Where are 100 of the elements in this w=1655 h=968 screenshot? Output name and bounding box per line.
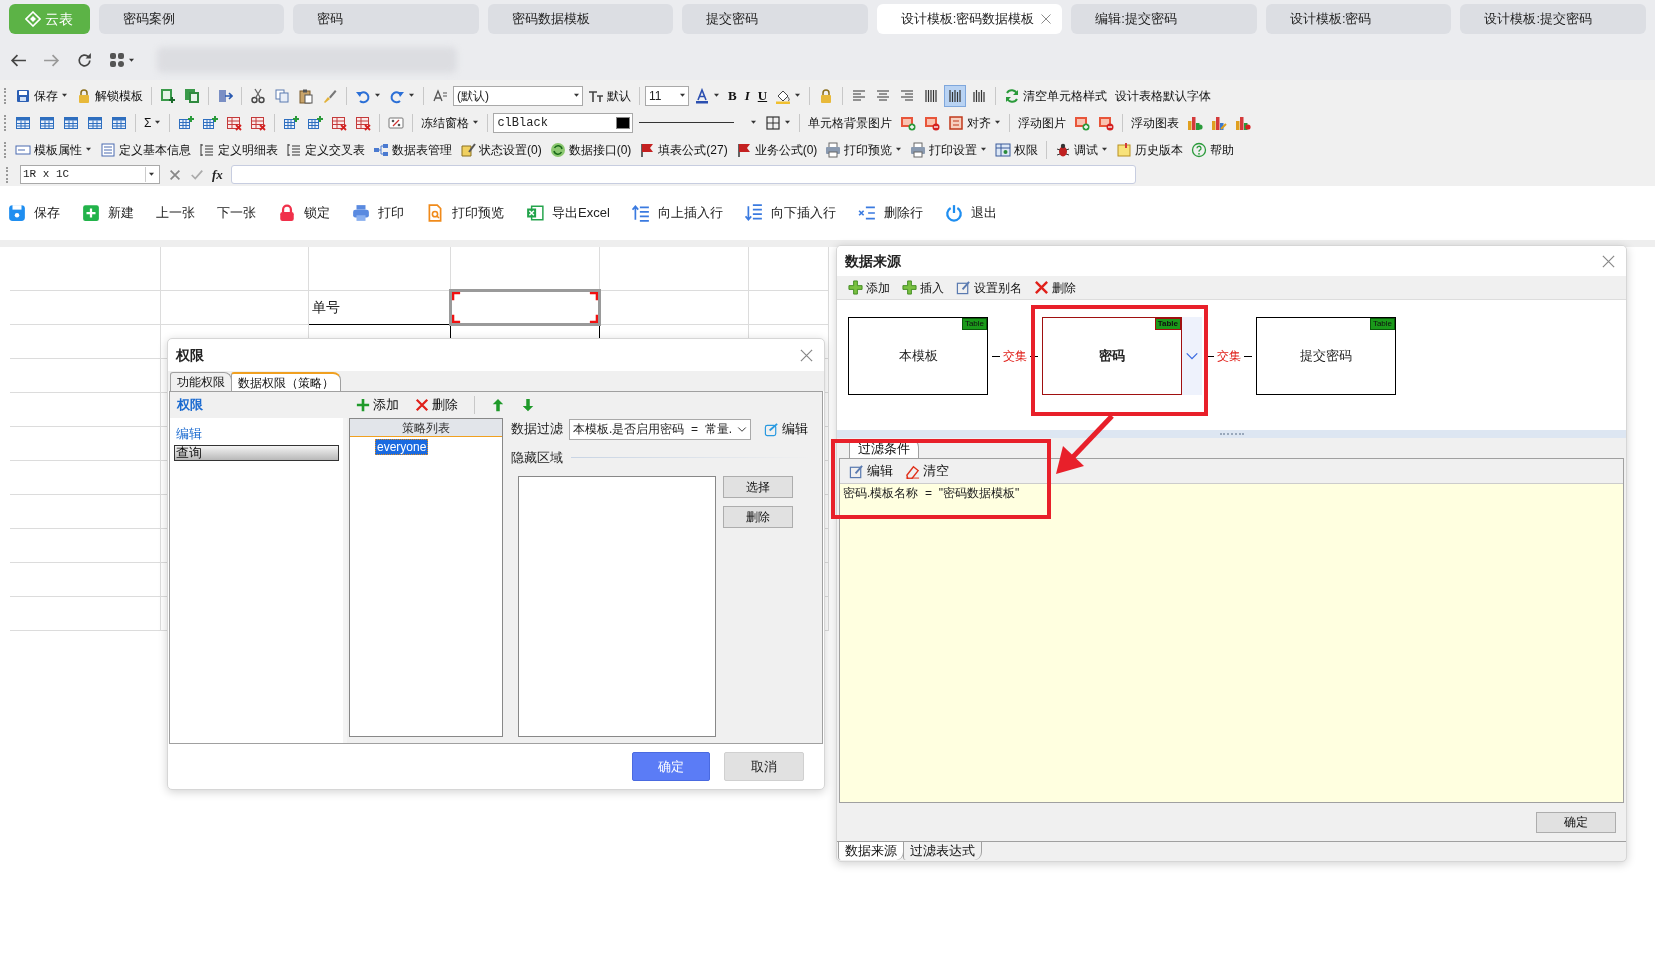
action-button[interactable]: 新建 <box>82 203 134 223</box>
toolbar-button[interactable]: 默认 <box>585 84 634 107</box>
permission-item[interactable]: 查询 <box>174 445 339 461</box>
splitter-handle[interactable] <box>1219 433 1244 435</box>
toolbar-button[interactable]: 清空 <box>902 460 952 482</box>
page-tab[interactable]: 设计模板:密码 <box>1265 4 1452 34</box>
page-tab[interactable]: 密码 <box>293 4 479 34</box>
action-button[interactable]: 删除行 <box>857 203 923 223</box>
cancel-button[interactable] <box>168 167 182 182</box>
toolbar-button[interactable]: 解锁模板 <box>73 84 146 107</box>
sheet-copy-icon <box>184 87 200 104</box>
page-tab[interactable]: 提交密码 <box>682 4 868 34</box>
toolbar-button[interactable]: 设置别名 <box>953 276 1025 299</box>
toolbar-button[interactable]: 编辑 <box>846 460 896 482</box>
cell-reference-field[interactable]: 1R x 1C <box>20 165 160 184</box>
toolbar-grip[interactable] <box>4 141 7 158</box>
action-button[interactable]: 打印预览 <box>426 203 504 223</box>
reload-button[interactable] <box>76 51 93 69</box>
action-button[interactable]: 保存 <box>8 203 60 223</box>
toolbar-button[interactable]: 插入 <box>899 276 947 299</box>
toolbar-button[interactable]: 删除 <box>412 394 461 416</box>
toolbar-button[interactable]: 历史版本 <box>1113 138 1187 161</box>
bottom-tab[interactable]: 数据来源 <box>838 842 904 860</box>
action-button[interactable]: 上一张 <box>156 203 195 223</box>
toolbar-button[interactable]: 添加 <box>353 394 402 416</box>
connector-line <box>1206 355 1214 357</box>
toolbar-button[interactable]: 设计表格默认字体 <box>1112 84 1215 107</box>
toolbar-button[interactable]: 删除 <box>1031 276 1079 299</box>
toolbar-button[interactable]: 对齐 <box>945 111 1005 134</box>
toolbar-button[interactable]: 帮助 <box>1188 138 1238 161</box>
format-button[interactable]: U <box>754 84 771 107</box>
close-button[interactable] <box>1601 253 1616 269</box>
table-node[interactable]: 密码 Table <box>1042 317 1182 395</box>
table-node[interactable]: 提交密码 Table <box>1256 317 1396 395</box>
dialog-tab[interactable]: 功能权限 <box>170 372 232 391</box>
toolbar-grip[interactable] <box>6 166 9 183</box>
toolbar-button[interactable]: 清空单元格样式 <box>1001 84 1111 107</box>
page-tab[interactable]: 设计模板:密码数据模板 <box>876 4 1063 34</box>
edit-link[interactable]: 编辑 <box>761 418 811 440</box>
color-dropdown[interactable]: clBlack <box>493 112 634 133</box>
toolbar-button[interactable]: 定义交叉表 <box>283 138 368 161</box>
action-button[interactable]: 打印 <box>352 203 404 223</box>
action-button[interactable]: 退出 <box>944 203 997 223</box>
toolbar-button[interactable]: 打印设置 <box>907 138 991 161</box>
ok-button[interactable]: 确定 <box>1536 811 1616 833</box>
format-button[interactable]: I <box>741 84 753 107</box>
toolbar-button[interactable]: 定义明细表 <box>196 138 281 161</box>
toolbar-button[interactable]: Σ <box>141 111 165 134</box>
toolbar-button[interactable]: 保存 <box>12 84 71 107</box>
page-tab[interactable]: 密码数据模板 <box>487 4 674 34</box>
table-node[interactable]: 本模板 Table <box>848 317 988 395</box>
formula-field[interactable] <box>230 165 1136 184</box>
dialog-tab[interactable]: 数据权限（策略） <box>231 372 341 391</box>
page-tab[interactable]: 设计模板:提交密码 <box>1460 4 1646 34</box>
dropdown-field[interactable]: (默认) <box>453 85 583 106</box>
toolbar-button[interactable]: 单元格背景图片 <box>805 111 896 134</box>
toolbar-grip[interactable] <box>4 114 7 131</box>
apps-grid-icon <box>109 52 125 68</box>
page-tab[interactable]: 编辑:提交密码 <box>1071 4 1257 34</box>
dropdown-field[interactable]: 11 <box>645 85 689 106</box>
action-button[interactable]: 向下插入行 <box>744 203 836 223</box>
power-icon <box>944 204 963 222</box>
toolbar-button[interactable]: 调试 <box>1052 138 1112 161</box>
toolbar-button[interactable]: 业务公式(0) <box>732 138 821 161</box>
side-button[interactable]: 删除 <box>723 505 793 528</box>
toolbar-button[interactable]: 数据接口(0) <box>546 138 635 161</box>
ok-button[interactable]: 确定 <box>632 752 710 781</box>
table-cell[interactable] <box>450 290 599 324</box>
toolbar-button[interactable]: 模板属性 <box>12 138 95 161</box>
toolbar-button[interactable]: 权限 <box>992 138 1042 161</box>
caret-icon <box>128 57 135 63</box>
edit-icon <box>849 463 864 479</box>
action-button[interactable]: 向上插入行 <box>631 203 723 223</box>
toolbar-button[interactable]: 浮动图表 <box>1128 111 1183 134</box>
filter-dropdown[interactable]: 本模板.是否启用密码 = 常量. <box>569 418 751 440</box>
close-button[interactable] <box>799 347 814 363</box>
action-button[interactable]: 导出Excel <box>526 203 610 223</box>
toolbar-button[interactable]: 填表公式(27) <box>636 138 731 161</box>
function-label[interactable]: fx <box>212 164 223 185</box>
toolbar-grip[interactable] <box>4 87 7 104</box>
toolbar-toggle[interactable] <box>944 84 967 107</box>
toolbar-button[interactable]: 浮动图片 <box>1015 111 1070 134</box>
toolbar-button[interactable]: 冻结窗格 <box>418 111 483 134</box>
toolbar-button[interactable]: 数据表管理 <box>370 138 455 161</box>
bottom-tab[interactable]: 过滤表达式 <box>903 842 982 860</box>
copy-icon <box>274 87 290 104</box>
permission-item[interactable]: 编辑 <box>174 424 339 442</box>
format-button[interactable]: B <box>725 84 740 107</box>
page-tab[interactable]: 密码案例 <box>98 4 285 34</box>
action-button[interactable]: 锁定 <box>278 203 330 223</box>
side-button[interactable]: 选择 <box>723 475 793 498</box>
action-button[interactable]: 下一张 <box>217 203 256 223</box>
toolbar-button[interactable]: 定义基本信息 <box>97 138 194 161</box>
apps-button[interactable] <box>109 52 135 68</box>
cancel-button[interactable]: 取消 <box>724 752 804 781</box>
toolbar-button[interactable]: 状态设置(0) <box>457 138 545 161</box>
node-label: 提交密码 <box>1300 347 1352 366</box>
policy-item[interactable]: everyone <box>375 439 429 455</box>
toolbar-button[interactable]: 打印预览 <box>822 138 906 161</box>
toolbar-button[interactable]: 添加 <box>845 276 893 299</box>
